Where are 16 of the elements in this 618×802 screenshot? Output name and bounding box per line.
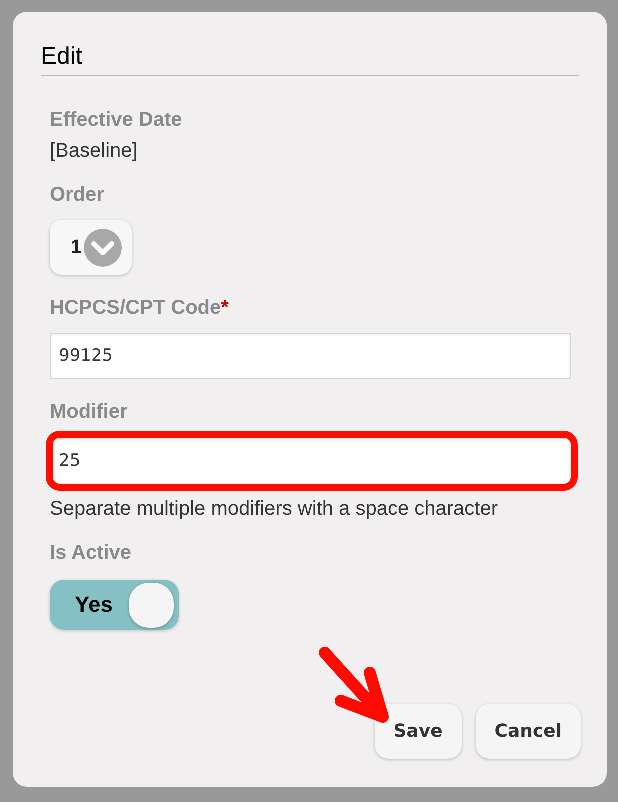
field-label: Modifier bbox=[50, 401, 128, 423]
field-label: Effective Date bbox=[50, 109, 182, 131]
text-input[interactable]: 99125 bbox=[50, 333, 571, 379]
field-label: Order bbox=[50, 184, 104, 206]
field-value: [Baseline] bbox=[50, 140, 138, 162]
field-label: Is Active bbox=[50, 542, 132, 564]
chevron-down-icon bbox=[84, 228, 122, 266]
field-label: HCPCS/CPT Code bbox=[50, 297, 222, 319]
hint-text: Separate multiple modifiers with a space character bbox=[50, 498, 498, 520]
save-button[interactable]: Save bbox=[374, 704, 462, 759]
toggle-switch[interactable]: Yes bbox=[50, 580, 179, 630]
order-select[interactable]: 1 bbox=[50, 220, 132, 275]
text-input[interactable]: 25 bbox=[46, 431, 578, 491]
cancel-button[interactable]: Cancel bbox=[476, 704, 581, 759]
dialog-title: Edit bbox=[41, 43, 82, 71]
required-mark: * bbox=[221, 297, 229, 319]
